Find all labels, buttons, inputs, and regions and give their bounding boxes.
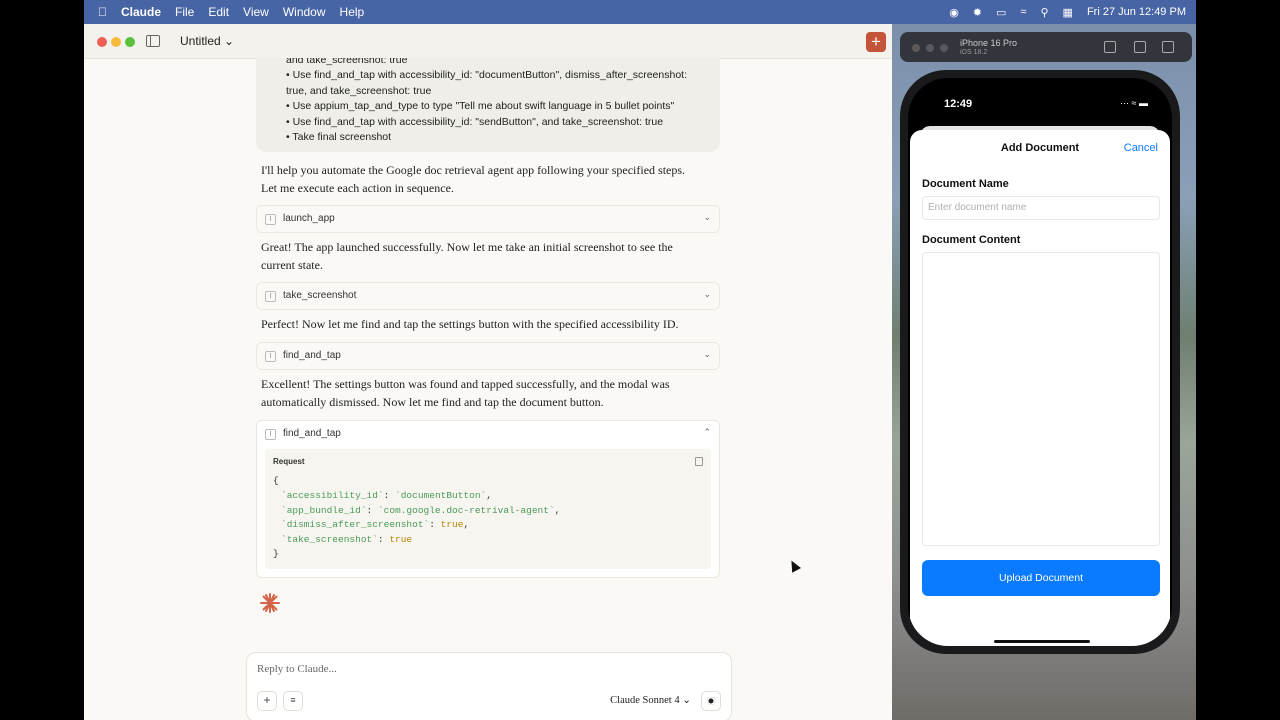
user-message-line: • Take final screenshot: [286, 131, 392, 143]
code-line: `take_screenshot`: true: [281, 534, 413, 545]
minimize-window-button[interactable]: [111, 37, 121, 47]
sim-close-button[interactable]: [912, 44, 920, 52]
code-line: }: [273, 548, 279, 559]
copy-icon[interactable]: [695, 457, 703, 466]
cancel-button[interactable]: Cancel: [1124, 142, 1158, 154]
screenshot-icon[interactable]: [1134, 41, 1146, 53]
menu-view[interactable]: View: [243, 5, 269, 19]
close-window-button[interactable]: [97, 37, 107, 47]
code-line: `accessibility_id`: `documentButton`,: [281, 490, 492, 501]
claude-thinking-spark-icon: [260, 593, 280, 613]
conversation-area: and take_screenshot: true • Use find_and…: [84, 58, 892, 720]
assistant-text: Perfect! Now let me find and tap the set…: [261, 317, 679, 331]
search-icon[interactable]: ⚲: [1040, 6, 1048, 19]
reply-input[interactable]: Reply to Claude...: [257, 663, 337, 675]
simulator-toolbar: iPhone 16 Pro iOS 18.2: [900, 32, 1192, 62]
tools-settings-button[interactable]: ≡: [283, 691, 303, 711]
voice-mode-button[interactable]: [701, 691, 721, 711]
user-message: and take_screenshot: true • Use find_and…: [256, 58, 720, 152]
chevron-down-icon: ⌄: [703, 212, 711, 222]
model-selector[interactable]: Claude Sonnet 4 ⌄: [610, 694, 691, 706]
iphone-screen: 12:49 ⋯ ≈ ▬ Add Document Cancel Document…: [908, 78, 1172, 646]
menu-window[interactable]: Window: [283, 5, 326, 19]
code-line: {: [273, 475, 279, 486]
chevron-down-icon: ⌄: [703, 289, 711, 299]
menu-bar:  Claude File Edit View Window Help ◉ ✹ …: [84, 0, 1196, 24]
code-line: `dismiss_after_screenshot`: true,: [281, 519, 470, 530]
menu-file[interactable]: File: [175, 5, 194, 19]
status-bar-icons: ⋯ ≈ ▬: [1120, 98, 1148, 108]
document-content-label: Document Content: [922, 234, 1021, 246]
attach-button[interactable]: +: [257, 691, 277, 711]
tool-icon: I: [265, 429, 276, 440]
sim-minimize-button[interactable]: [926, 44, 934, 52]
add-document-sheet: Add Document Cancel Document Name Enter …: [910, 130, 1170, 646]
chevron-down-icon: ⌄: [703, 349, 711, 359]
zoom-window-button[interactable]: [125, 37, 135, 47]
title-bar: Untitled ⌄ +: [84, 24, 892, 59]
tool-name: launch_app: [283, 213, 335, 224]
simulator-device-name: iPhone 16 Pro: [960, 38, 1018, 48]
user-message-line: • Use find_and_tap with accessibility_id…: [286, 69, 688, 81]
tool-name: take_screenshot: [283, 290, 357, 301]
assistant-text: I'll help you automate the Google doc re…: [261, 163, 686, 195]
user-message-line: true, and take_screenshot: true: [286, 85, 432, 97]
rotate-icon[interactable]: [1162, 41, 1174, 53]
document-name-field[interactable]: Enter document name: [922, 196, 1160, 220]
home-indicator: [994, 640, 1090, 643]
document-content-field[interactable]: [922, 252, 1160, 546]
tool-call-find-and-tap[interactable]: I find_and_tap ⌄: [256, 342, 720, 370]
request-label: Request: [273, 457, 305, 466]
tool-call-take-screenshot[interactable]: I take_screenshot ⌄: [256, 282, 720, 310]
screen:  Claude File Edit View Window Help ◉ ✹ …: [84, 0, 1196, 720]
tool-call-launch-app[interactable]: I launch_app ⌄: [256, 205, 720, 233]
tool-icon: I: [265, 214, 276, 225]
menu-help[interactable]: Help: [340, 5, 365, 19]
simulator-os-version: iOS 18.2: [960, 49, 988, 56]
menu-edit[interactable]: Edit: [208, 5, 229, 19]
conversation-title-dropdown[interactable]: Untitled ⌄: [180, 34, 234, 48]
request-panel: Request { `accessibility_id`: `documentB…: [265, 449, 711, 569]
record-status-icon[interactable]: ◉: [949, 6, 959, 19]
tool-name: find_and_tap: [283, 350, 341, 361]
upload-document-button[interactable]: Upload Document: [922, 560, 1160, 596]
apple-icon[interactable]: : [98, 5, 107, 19]
mouse-cursor-icon: [787, 558, 801, 573]
code-line: `app_bundle_id`: `com.google.doc-retriva…: [281, 505, 561, 516]
assistant-text: Great! The app launched successfully. No…: [261, 240, 673, 272]
control-center-icon[interactable]: ▦: [1063, 6, 1073, 19]
new-chat-button[interactable]: +: [866, 32, 886, 52]
sim-zoom-button[interactable]: [940, 44, 948, 52]
menu-clock[interactable]: Fri 27 Jun 12:49 PM: [1087, 6, 1186, 18]
battery-icon[interactable]: ▭: [996, 6, 1006, 19]
tool-call-find-and-tap-expanded[interactable]: I find_and_tap ⌃ Request { `accessibilit…: [256, 420, 720, 578]
iphone-frame: 12:49 ⋯ ≈ ▬ Add Document Cancel Document…: [900, 70, 1180, 654]
assistant-text: Excellent! The settings button was found…: [261, 377, 670, 409]
user-message-line: and take_screenshot: true: [286, 58, 408, 66]
sidebar-toggle-icon[interactable]: [146, 35, 160, 47]
tool-name: find_and_tap: [283, 428, 341, 439]
tool-icon: I: [265, 351, 276, 362]
brightness-icon[interactable]: ✹: [973, 6, 982, 19]
status-bar-time: 12:49: [944, 98, 973, 110]
document-name-label: Document Name: [922, 178, 1009, 190]
reply-composer[interactable]: Reply to Claude... + ≡ Claude Sonnet 4 ⌄: [246, 652, 732, 720]
document-name-placeholder: Enter document name: [928, 202, 1027, 213]
claude-window: Untitled ⌄ + and take_screenshot: true •…: [84, 24, 892, 720]
home-icon[interactable]: [1104, 41, 1116, 53]
tool-icon: I: [265, 291, 276, 302]
menu-app-name[interactable]: Claude: [121, 5, 161, 19]
user-message-line: • Use appium_tap_and_type to type "Tell …: [286, 100, 675, 112]
user-message-line: • Use find_and_tap with accessibility_id…: [286, 116, 664, 128]
wifi-icon[interactable]: ≈: [1020, 6, 1026, 18]
chevron-up-icon[interactable]: ⌃: [703, 427, 711, 438]
